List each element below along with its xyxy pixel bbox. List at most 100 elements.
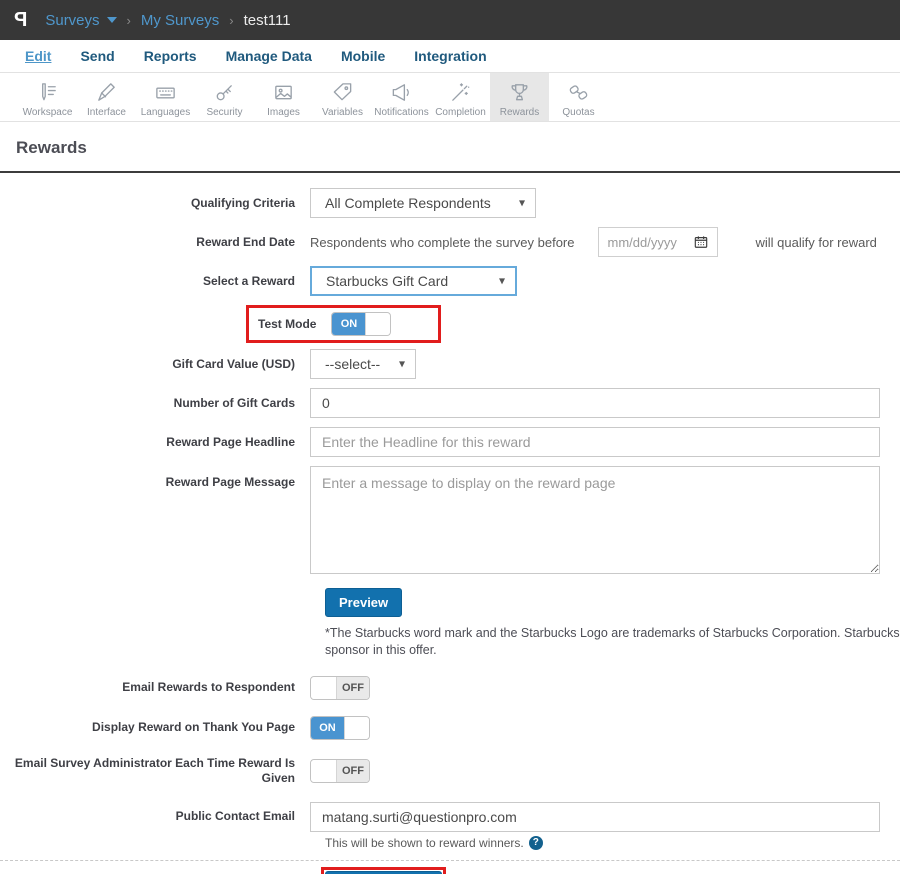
toolbar-item-quotas[interactable]: Quotas <box>549 73 608 121</box>
test-mode-label: Test Mode <box>258 317 317 331</box>
toolbar-item-label: Rewards <box>499 106 540 118</box>
tag-icon <box>333 82 352 100</box>
email-admin-toggle[interactable]: OFF <box>310 758 370 783</box>
toggle-knob <box>344 716 369 739</box>
toolbar-item-label: Notifications <box>374 106 429 118</box>
select-reward-label: Select a Reward <box>202 273 295 288</box>
row-gift-card-value: Gift Card Value (USD) --select-- <box>0 349 900 379</box>
key-icon <box>216 84 232 100</box>
reward-page-headline-label: Reward Page Headline <box>166 434 295 449</box>
row-reward-end-date: Reward End Date Respondents who complete… <box>0 227 900 257</box>
survey-menu-bar: Edit Send Reports Manage Data Mobile Int… <box>0 40 900 73</box>
surveys-dropdown-caret-icon[interactable] <box>106 17 117 23</box>
email-rewards-label: Email Rewards to Respondent <box>122 680 295 695</box>
public-email-help: This will be shown to reward winners. ? <box>325 835 900 850</box>
tab-manage-data[interactable]: Manage Data <box>226 48 312 64</box>
toolbar-item-security[interactable]: Security <box>195 73 254 121</box>
reward-end-date-input[interactable]: mm/dd/yyyy <box>597 227 718 257</box>
email-rewards-toggle[interactable]: OFF <box>310 675 370 700</box>
breadcrumb-surveys[interactable]: Surveys <box>45 12 99 29</box>
picture-icon <box>275 85 292 99</box>
questionpro-logo[interactable]: P <box>14 9 27 32</box>
preview-button[interactable]: Preview <box>325 588 403 617</box>
breadcrumb-my-surveys[interactable]: My Surveys <box>141 12 219 29</box>
toolbar-item-workspace[interactable]: Workspace <box>18 73 77 121</box>
gift-card-value-value: --select-- <box>325 356 381 372</box>
tab-edit[interactable]: Edit <box>25 48 51 64</box>
toolbar-item-interface[interactable]: Interface <box>77 73 136 121</box>
help-question-icon[interactable]: ? <box>528 835 543 850</box>
number-of-gift-cards-input[interactable] <box>310 388 880 418</box>
gift-card-value-select[interactable]: --select-- <box>310 349 416 379</box>
tab-send[interactable]: Send <box>80 48 114 64</box>
toggle-off-text: OFF <box>337 676 369 699</box>
public-contact-email-label: Public Contact Email <box>175 809 295 824</box>
row-preview: Preview <box>325 588 900 617</box>
toolbar-item-languages[interactable]: Languages <box>136 73 195 121</box>
row-reward-page-headline: Reward Page Headline <box>0 427 900 457</box>
tab-reports[interactable]: Reports <box>144 48 197 64</box>
toggle-knob <box>365 313 391 335</box>
test-mode-annotation-box: Test Mode ON <box>246 305 442 343</box>
reward-page-headline-input[interactable] <box>310 427 880 457</box>
toggle-on-text: ON <box>311 716 344 739</box>
test-mode-toggle[interactable]: ON <box>331 312 392 336</box>
reward-page-message-label: Reward Page Message <box>165 475 295 489</box>
top-navigation-bar: P Surveys › My Surveys › test111 <box>0 0 900 40</box>
toggle-knob <box>311 676 337 699</box>
toggle-on-text: ON <box>332 313 366 335</box>
toolbar-item-label: Quotas <box>562 106 595 118</box>
toolbar-item-completion[interactable]: Completion <box>431 73 490 121</box>
rewards-settings-form: Qualifying Criteria All Complete Respond… <box>0 173 900 874</box>
row-test-mode: Test Mode ON <box>0 305 900 343</box>
edit-sub-toolbar: Workspace Interface Languages Security I… <box>0 73 900 122</box>
email-admin-label: Email Survey Administrator Each Time Rew… <box>14 755 295 785</box>
toolbar-item-rewards[interactable]: Rewards <box>490 73 549 121</box>
footer-divider <box>0 859 900 861</box>
public-email-help-text: This will be shown to reward winners. <box>325 835 524 850</box>
save-annotation-box: Save Changes <box>321 866 446 874</box>
end-date-prefix-text: Respondents who complete the survey befo… <box>310 234 575 250</box>
toolbar-item-label: Interface <box>87 106 126 118</box>
pen-icon <box>98 82 115 101</box>
tab-integration[interactable]: Integration <box>414 48 486 64</box>
qualifying-criteria-label: Qualifying Criteria <box>190 195 295 210</box>
row-number-of-gift-cards: Number of Gift Cards <box>0 388 900 418</box>
calendar-icon[interactable] <box>694 235 708 249</box>
public-contact-email-input[interactable] <box>310 801 880 832</box>
row-display-reward: Display Reward on Thank You Page ON <box>0 715 900 740</box>
display-reward-label: Display Reward on Thank You Page <box>92 720 295 735</box>
toolbar-item-images[interactable]: Images <box>254 73 313 121</box>
toolbar-item-label: Workspace <box>22 106 73 118</box>
toolbar-item-label: Security <box>206 106 243 118</box>
starbucks-disclaimer-text: *The Starbucks word mark and the Starbuc… <box>325 626 900 657</box>
toolbar-item-label: Images <box>267 106 300 118</box>
row-email-admin: Email Survey Administrator Each Time Rew… <box>0 756 900 786</box>
tab-mobile[interactable]: Mobile <box>341 48 385 64</box>
reward-page-message-textarea[interactable] <box>310 466 880 574</box>
toolbar-item-label: Variables <box>322 106 363 118</box>
chain-links-icon <box>569 84 588 100</box>
breadcrumb-separator: › <box>229 12 234 28</box>
toolbar-item-label: Completion <box>435 106 486 118</box>
trophy-icon <box>511 83 528 100</box>
breadcrumb-survey-name: test111 <box>243 11 291 29</box>
magic-wand-icon <box>452 82 470 101</box>
date-placeholder: mm/dd/yyyy <box>607 234 677 250</box>
toggle-knob <box>311 759 337 782</box>
toolbar-item-notifications[interactable]: Notifications <box>372 73 431 121</box>
toggle-off-text: OFF <box>337 759 369 782</box>
select-reward-select[interactable]: Starbucks Gift Card <box>310 266 517 296</box>
qualifying-criteria-select[interactable]: All Complete Respondents <box>310 188 536 218</box>
megaphone-icon <box>392 83 409 101</box>
page-header: Rewards <box>0 122 900 158</box>
end-date-suffix-text: will qualify for reward <box>755 234 877 250</box>
page-title: Rewards <box>16 138 87 157</box>
display-reward-toggle[interactable]: ON <box>310 715 370 740</box>
breadcrumb-separator: › <box>126 12 131 28</box>
toolbar-item-variables[interactable]: Variables <box>313 73 372 121</box>
row-qualifying-criteria: Qualifying Criteria All Complete Respond… <box>0 188 900 218</box>
gift-card-value-label: Gift Card Value (USD) <box>172 356 295 371</box>
pencil-list-icon <box>42 82 56 100</box>
keyboard-icon <box>156 87 175 98</box>
